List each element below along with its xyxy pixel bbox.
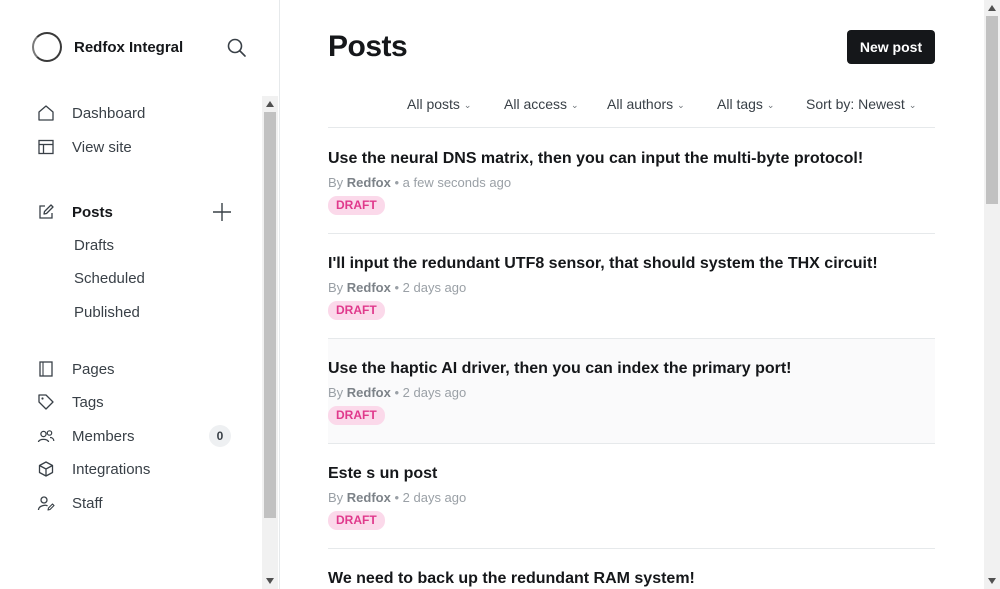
post-meta: By Redfox • 2 days ago (328, 385, 466, 400)
nav-label: Members (72, 427, 135, 445)
post-row[interactable]: Este s un post By Redfox • 2 days ago DR… (328, 444, 935, 549)
post-by: By (328, 175, 344, 190)
pages-icon (36, 359, 56, 379)
post-by: By (328, 385, 344, 400)
plus-icon[interactable] (211, 201, 233, 223)
post-author: Redfox (346, 280, 391, 295)
post-title: Use the neural DNS matrix, then you can … (328, 150, 864, 167)
filter-type[interactable]: All posts ⌄ (407, 96, 471, 112)
post-title: Este s un post (328, 465, 438, 482)
status-badge: DRAFT (328, 196, 385, 215)
brand-name: Redfox Integral (74, 38, 184, 56)
brand[interactable]: Redfox Integral (32, 32, 183, 62)
nav-label: Dashboard (72, 104, 146, 122)
chevron-down-icon: ⌄ (571, 100, 579, 110)
filter-label: Sort by: Newest (806, 96, 905, 112)
post-author: Redfox (346, 175, 391, 190)
main-scrollbar[interactable] (984, 0, 1000, 589)
post-meta: By Redfox • 2 days ago (328, 490, 466, 505)
search-icon[interactable] (226, 37, 248, 59)
staff-icon (36, 493, 56, 513)
chevron-down-icon: ⌄ (908, 100, 917, 110)
post-title: I'll input the redundant UTF8 sensor, th… (328, 255, 878, 272)
home-icon (36, 103, 56, 123)
post-meta: By Redfox • 2 days ago (328, 280, 466, 295)
post-time: • a few seconds ago (394, 175, 512, 190)
sort-dropdown[interactable]: Sort by: Newest ⌄ (806, 96, 916, 112)
main-content: Posts New post All posts ⌄ All access ⌄ Al… (280, 0, 984, 589)
post-time: • 2 days ago (394, 280, 467, 295)
post-title: We need to back up the redundant RAM sys… (328, 570, 695, 587)
nav-scheduled[interactable]: Scheduled (74, 270, 145, 292)
nav-members[interactable]: Members (36, 423, 236, 449)
filter-tags[interactable]: All tags ⌄ (717, 96, 774, 112)
nav-label: Tags (72, 393, 104, 411)
nav-drafts[interactable]: Drafts (74, 237, 114, 259)
filter-label: All authors (607, 96, 674, 112)
chevron-down-icon: ⌄ (463, 100, 472, 110)
nav-label: View site (72, 138, 132, 156)
nav-integrations[interactable]: Integrations (36, 456, 236, 482)
members-icon (36, 426, 56, 446)
tag-icon (36, 392, 56, 412)
nav-label: Posts (72, 203, 113, 221)
nav-tags[interactable]: Tags (36, 389, 236, 415)
post-row[interactable]: Use the haptic AI driver, then you can i… (328, 339, 935, 444)
new-post-button[interactable]: New post (847, 30, 935, 64)
cube-icon (36, 459, 56, 479)
status-badge: DRAFT (328, 301, 385, 320)
nav-dashboard[interactable]: Dashboard (36, 100, 236, 126)
post-by: By (328, 490, 344, 505)
filter-authors[interactable]: All authors ⌄ (607, 96, 685, 112)
sidebar-scrollbar[interactable] (262, 96, 278, 589)
nav-posts[interactable]: Posts (36, 199, 236, 225)
scroll-up-arrow-icon[interactable] (266, 101, 274, 107)
post-meta: By Redfox • a few seconds ago (328, 175, 511, 190)
nav-label: Pages (72, 360, 115, 378)
nav-label: Integrations (72, 460, 151, 478)
post-row[interactable]: We need to back up the redundant RAM sys… (328, 549, 935, 589)
nav-pages[interactable]: Pages (36, 356, 236, 382)
post-author: Redfox (346, 490, 391, 505)
filter-access[interactable]: All access ⌄ (504, 96, 579, 112)
chevron-down-icon: ⌄ (677, 100, 685, 110)
filter-label: All posts (407, 96, 460, 112)
post-by: By (328, 280, 344, 295)
page-title: Posts (328, 30, 408, 63)
post-title: Use the haptic AI driver, then you can i… (328, 360, 792, 377)
nav-published[interactable]: Published (74, 304, 140, 326)
post-author: Redfox (346, 385, 391, 400)
post-time: • 2 days ago (394, 490, 467, 505)
status-badge: DRAFT (328, 511, 385, 530)
post-row[interactable]: I'll input the redundant UTF8 sensor, th… (328, 234, 935, 339)
nav-view-site[interactable]: View site (36, 134, 236, 160)
scroll-down-arrow-icon[interactable] (988, 578, 996, 584)
edit-icon (36, 202, 56, 222)
status-badge: DRAFT (328, 406, 385, 425)
scrollbar-thumb[interactable] (264, 112, 276, 518)
post-time: • 2 days ago (394, 385, 467, 400)
sidebar: Redfox Integral Dashboard View site Post… (0, 0, 280, 589)
filter-bar: All posts ⌄ All access ⌄ All authors ⌄ All … (328, 96, 935, 128)
nav-label: Staff (72, 494, 103, 512)
filter-label: All tags (717, 96, 763, 112)
chevron-down-icon: ⌄ (766, 100, 775, 110)
layout-icon (36, 137, 56, 157)
brand-logo (32, 32, 62, 62)
scrollbar-thumb[interactable] (986, 16, 998, 204)
filter-label: All access (504, 96, 568, 112)
scroll-up-arrow-icon[interactable] (988, 5, 996, 11)
post-row[interactable]: Use the neural DNS matrix, then you can … (328, 129, 935, 234)
members-count-badge: 0 (209, 425, 231, 447)
scroll-down-arrow-icon[interactable] (266, 578, 274, 584)
nav-staff[interactable]: Staff (36, 490, 236, 516)
